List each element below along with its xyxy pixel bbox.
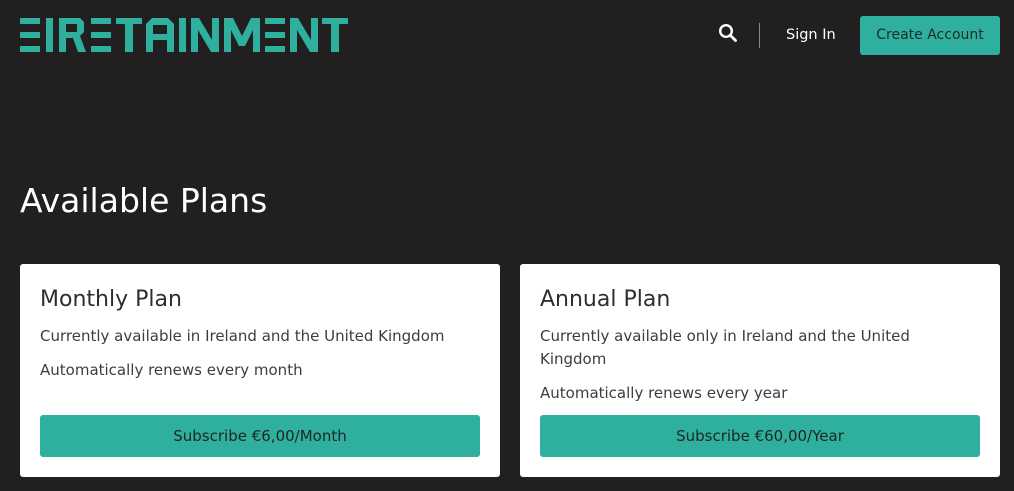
header-divider — [759, 23, 760, 48]
plan-card-monthly: Monthly Plan Currently available in Irel… — [20, 264, 500, 477]
plan-card-annual: Annual Plan Currently available only in … — [520, 264, 1000, 477]
sign-in-link[interactable]: Sign In — [778, 23, 844, 47]
search-icon — [718, 23, 738, 47]
create-account-button[interactable]: Create Account — [860, 16, 1000, 55]
eiretainment-logo[interactable] — [20, 18, 348, 52]
plan-availability: Currently available only in Ireland and … — [540, 327, 910, 368]
site-header: Sign In Create Account — [0, 0, 1014, 70]
plan-renewal: Automatically renews every month — [40, 361, 303, 379]
subscribe-monthly-button[interactable]: Subscribe €6,00/Month — [40, 415, 480, 457]
plan-availability: Currently available in Ireland and the U… — [40, 327, 445, 345]
plan-title: Monthly Plan — [40, 287, 182, 312]
page-title: Available Plans — [20, 181, 268, 220]
plan-title: Annual Plan — [540, 287, 671, 312]
subscribe-annual-button[interactable]: Subscribe €60,00/Year — [540, 415, 980, 457]
search-button[interactable] — [715, 22, 741, 48]
plan-renewal: Automatically renews every year — [540, 384, 788, 402]
